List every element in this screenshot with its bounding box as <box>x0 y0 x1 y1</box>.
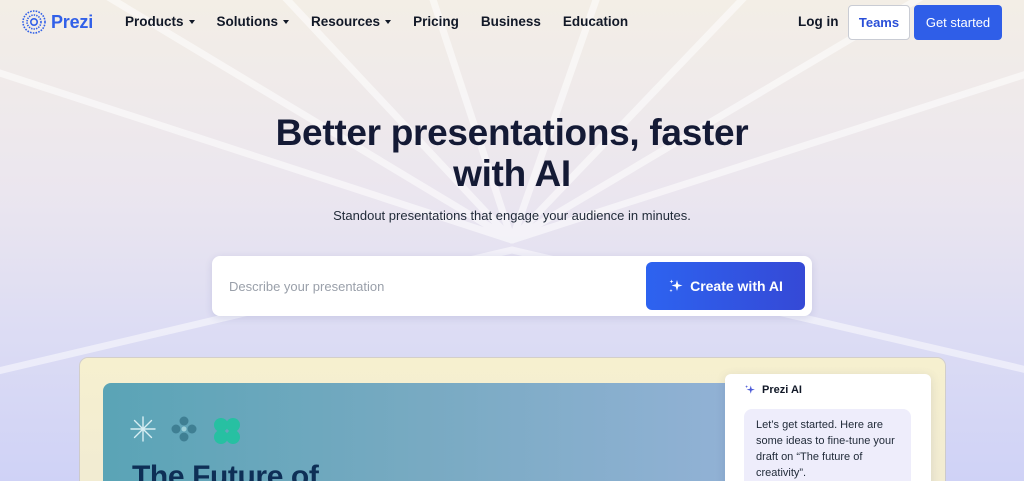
cross-decoration-icon <box>171 416 197 442</box>
caret-down-icon <box>283 20 290 24</box>
nav-item-pricing[interactable]: Pricing <box>413 14 459 29</box>
ai-prompt-box: Create with AI <box>212 256 812 316</box>
clover-decoration-icon <box>214 418 240 444</box>
nav-item-products[interactable]: Products <box>125 14 195 29</box>
ai-panel-title: Prezi AI <box>762 384 802 396</box>
presentation-description-input[interactable] <box>229 256 629 316</box>
prezi-logo[interactable]: Prezi <box>22 10 93 34</box>
nav-links: Products Solutions Resources Pricing Bus… <box>125 14 650 29</box>
nav-item-education[interactable]: Education <box>563 14 628 29</box>
headline-line-1: Better presentations, faster <box>275 112 749 153</box>
nav-item-label: Pricing <box>413 14 459 29</box>
hero-headline: Better presentations, faster with AI <box>0 112 1024 194</box>
hero-subheadline: Standout presentations that engage your … <box>333 208 691 223</box>
teams-button[interactable]: Teams <box>848 5 910 40</box>
nav-item-label: Education <box>562 14 629 29</box>
create-button-label: Create with AI <box>690 278 783 294</box>
nav-item-label: Business <box>480 14 541 29</box>
slide-title: The Future of <box>132 460 319 481</box>
nav-item-label: Solutions <box>216 14 279 29</box>
create-with-ai-button[interactable]: Create with AI <box>646 262 805 310</box>
caret-down-icon <box>188 20 195 24</box>
headline-line-2: with AI <box>453 153 571 194</box>
sparkle-icon <box>745 385 755 394</box>
nav-item-label: Products <box>125 14 184 29</box>
caret-down-icon <box>385 20 392 24</box>
ai-panel-header: Prezi AI <box>744 384 802 396</box>
top-navigation: Prezi Products Solutions Resources Prici… <box>0 0 1024 44</box>
nav-item-resources[interactable]: Resources <box>311 14 392 29</box>
ai-message-bubble: Let’s get started. Here are some ideas t… <box>744 409 911 481</box>
prezi-logo-icon <box>22 10 46 34</box>
login-link[interactable]: Log in <box>798 14 839 29</box>
logo-text: Prezi <box>51 11 94 32</box>
sparkle-icon <box>669 279 683 293</box>
nav-item-business[interactable]: Business <box>481 14 541 29</box>
get-started-button[interactable]: Get started <box>914 5 1002 40</box>
nav-item-solutions[interactable]: Solutions <box>217 14 290 29</box>
starburst-decoration-icon <box>130 416 156 442</box>
nav-item-label: Resources <box>311 14 381 29</box>
